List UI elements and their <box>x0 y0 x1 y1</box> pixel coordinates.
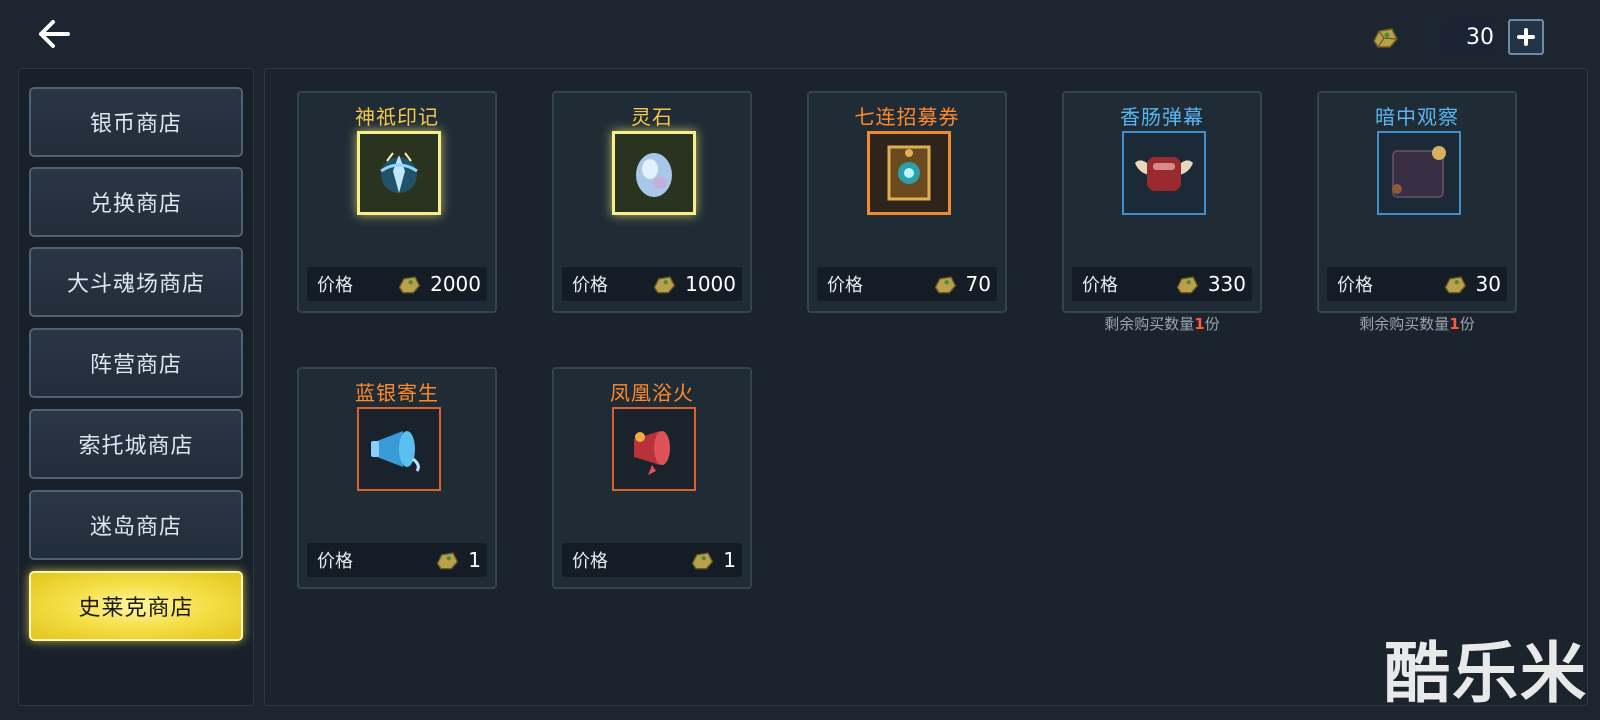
remain-suffix: 份 <box>1459 315 1475 333</box>
shop-item-grid: 神祇印记 价格 2000 灵石 价格 1000 七连招募券 价格 70 香肠弹幕… <box>264 68 1588 706</box>
item-name: 蓝银寄生 <box>355 381 439 405</box>
item-name: 七连招募券 <box>854 105 960 129</box>
price-row: 价格 2000 <box>307 267 487 301</box>
remain-count: 1 <box>1194 315 1205 333</box>
price-row: 价格 330 <box>1072 267 1252 301</box>
price-label: 价格 <box>1337 275 1373 296</box>
item-name: 香肠弹幕 <box>1120 105 1204 129</box>
divine-seal-icon <box>357 131 441 215</box>
remain-prefix: 剩余购买数量 <box>1104 315 1195 333</box>
price-label: 价格 <box>317 551 353 572</box>
gold-ingot-icon <box>691 552 714 570</box>
price-row: 价格 1 <box>562 543 742 577</box>
tab-mist-island-shop[interactable]: 迷岛商店 <box>29 490 243 560</box>
price-row: 价格 1000 <box>562 267 742 301</box>
tab-faction-shop[interactable]: 阵营商店 <box>29 328 243 398</box>
currency-bar: 30 <box>1370 18 1544 56</box>
add-currency-button[interactable] <box>1508 19 1544 55</box>
price-row: 价格 30 <box>1327 267 1507 301</box>
remaining-purchase-count: 剩余购买数量1份 <box>1307 313 1527 334</box>
tab-label: 大斗魂场商店 <box>66 272 205 297</box>
tab-exchange-shop[interactable]: 兑换商店 <box>29 167 243 237</box>
item-price: 1 <box>468 548 481 572</box>
price-label: 价格 <box>317 275 353 296</box>
item-name: 灵石 <box>631 105 673 129</box>
item-price: 2000 <box>430 272 481 296</box>
phoenix-horn-icon <box>612 407 696 491</box>
remain-count: 1 <box>1449 315 1460 333</box>
remain-prefix: 剩余购买数量 <box>1359 315 1450 333</box>
shop-category-sidebar: 银币商店 兑换商店 大斗魂场商店 阵营商店 索托城商店 迷岛商店 史莱克商店 <box>18 68 254 706</box>
spirit-stone-icon <box>612 131 696 215</box>
tab-label: 史莱克商店 <box>78 596 194 621</box>
tab-sotto-city-shop[interactable]: 索托城商店 <box>29 409 243 479</box>
secret-observe-frame-icon <box>1377 131 1461 215</box>
tab-label: 兑换商店 <box>89 192 182 217</box>
gold-ingot-icon <box>398 276 421 294</box>
item-price: 30 <box>1475 272 1501 296</box>
arrow-left-icon <box>39 20 70 48</box>
plus-icon <box>1517 28 1535 46</box>
shop-item-card[interactable]: 神祇印记 价格 2000 <box>297 91 497 313</box>
price-label: 价格 <box>827 275 863 296</box>
item-price: 70 <box>965 272 991 296</box>
gold-ingot-icon <box>934 276 956 294</box>
price-label: 价格 <box>572 275 608 296</box>
tab-label: 阵营商店 <box>89 353 182 378</box>
shop-item-card[interactable]: 灵石 价格 1000 <box>552 91 752 313</box>
gold-ingot-icon <box>436 552 459 570</box>
tab-shrek-shop[interactable]: 史莱克商店 <box>29 571 243 641</box>
shop-item-card[interactable]: 蓝银寄生 价格 1 <box>297 367 497 589</box>
sausage-bubble-icon <box>1122 131 1206 215</box>
item-price: 1000 <box>685 272 736 296</box>
item-name: 神祇印记 <box>355 105 439 129</box>
price-row: 价格 70 <box>817 267 997 301</box>
gold-ingot-icon <box>1373 28 1398 48</box>
shop-item-card[interactable]: 七连招募券 价格 70 <box>807 91 1007 313</box>
watermark-logo: 酷乐米 <box>1384 635 1588 712</box>
gold-ingot-icon <box>1176 276 1198 294</box>
tab-label: 迷岛商店 <box>89 515 182 540</box>
shop-item-card[interactable]: 凤凰浴火 价格 1 <box>552 367 752 589</box>
gold-ingot-icon <box>653 276 676 294</box>
tab-label: 索托城商店 <box>78 434 194 459</box>
blue-silver-horn-icon <box>357 407 441 491</box>
tab-label: 银币商店 <box>89 112 182 137</box>
item-name: 暗中观察 <box>1375 105 1459 129</box>
item-price: 1 <box>723 548 736 572</box>
recruit-ticket-icon <box>867 131 951 215</box>
price-label: 价格 <box>572 551 608 572</box>
currency-amount: 30 <box>1466 24 1494 50</box>
remain-suffix: 份 <box>1204 315 1220 333</box>
item-price: 330 <box>1207 272 1246 296</box>
shop-item-card[interactable]: 香肠弹幕 价格 330 <box>1062 91 1262 313</box>
tab-arena-shop[interactable]: 大斗魂场商店 <box>29 247 243 317</box>
gold-ingot-icon <box>1444 276 1466 294</box>
back-button[interactable] <box>30 12 78 56</box>
shop-item-card[interactable]: 暗中观察 价格 30 <box>1317 91 1517 313</box>
price-row: 价格 1 <box>307 543 487 577</box>
price-label: 价格 <box>1082 275 1118 296</box>
remaining-purchase-count: 剩余购买数量1份 <box>1052 313 1272 334</box>
tab-silver-shop[interactable]: 银币商店 <box>29 87 243 157</box>
item-name: 凤凰浴火 <box>610 381 694 405</box>
